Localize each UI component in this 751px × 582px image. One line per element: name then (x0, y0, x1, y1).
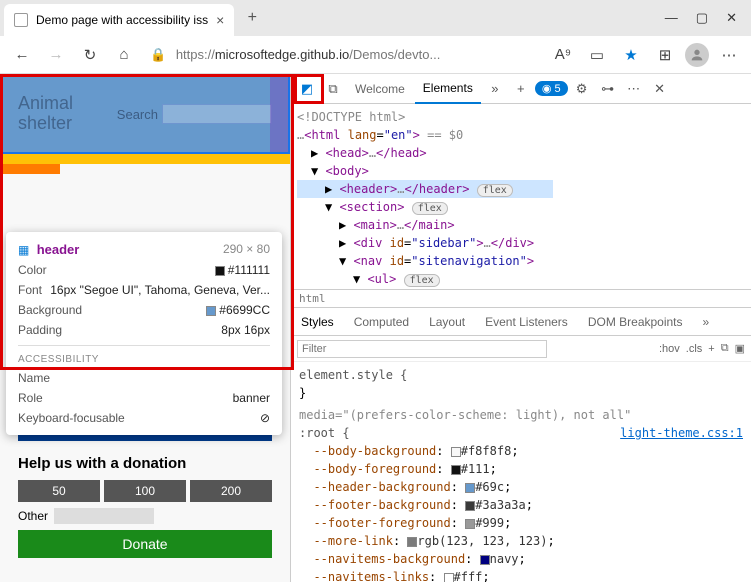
donate-200[interactable]: 200 (190, 480, 272, 502)
other-amount-input[interactable] (54, 508, 154, 524)
extensions-icon[interactable]: ⊞ (651, 41, 679, 69)
close-tab-icon[interactable]: × (216, 12, 224, 28)
orange-bar (0, 164, 60, 174)
donate-50[interactable]: 50 (18, 480, 100, 502)
more-tabs-icon[interactable]: » (483, 77, 507, 101)
styles-filter-row: :hov .cls + ⧉ ▣ (291, 336, 751, 362)
yellow-bar (0, 154, 290, 164)
page-viewport: Animal shelter Search Horses Alpacas Hel… (0, 74, 290, 582)
donate-100[interactable]: 100 (104, 480, 186, 502)
donate-heading: Help us with a donation (18, 455, 272, 472)
search-input[interactable] (162, 104, 272, 124)
element-tooltip: ▦ header 290 × 80 Color#111111Font16px "… (6, 232, 282, 435)
css-source-link[interactable]: light-theme.css:1 (620, 424, 743, 442)
layout-icon: ▦ (18, 243, 29, 257)
tab-favicon (14, 13, 28, 27)
stab-event[interactable]: Event Listeners (475, 308, 578, 336)
add-tab-icon[interactable]: + (509, 77, 533, 101)
profile-avatar[interactable] (685, 43, 709, 67)
devtools-panel: ◩ ⧉ Welcome Elements » + ◉ 5 ⚙ ⊶ ⋯ ✕ <!D… (290, 74, 751, 582)
home-icon[interactable]: ⌂ (110, 41, 138, 69)
computed-panel-icon[interactable]: ▣ (735, 342, 745, 355)
read-aloud-icon[interactable]: A⁹ (549, 41, 577, 69)
search-label: Search (117, 107, 158, 122)
cls-toggle[interactable]: .cls (686, 343, 703, 355)
forward-icon[interactable]: → (42, 41, 70, 69)
devtools-toolbar: ◩ ⧉ Welcome Elements » + ◉ 5 ⚙ ⊶ ⋯ ✕ (291, 74, 751, 104)
inspect-element-icon[interactable]: ◩ (295, 77, 319, 101)
styles-body[interactable]: element.style { } media="(prefers-color-… (291, 362, 751, 582)
maximize-icon[interactable]: ▢ (696, 10, 708, 26)
search-form: Search (117, 104, 272, 124)
donate-other-row: Other (18, 508, 272, 524)
device-emulation-icon[interactable]: ⧉ (321, 77, 345, 101)
new-rule-icon[interactable]: + (708, 343, 714, 355)
address-bar[interactable]: 🔒 https://microsoftedge.github.io/Demos/… (144, 47, 543, 63)
customize-icon[interactable]: ⊶ (596, 77, 620, 101)
site-logo: Animal shelter (18, 94, 73, 134)
refresh-icon[interactable]: ↻ (76, 41, 104, 69)
browser-toolbar: ← → ↻ ⌂ 🔒 https://microsoftedge.github.i… (0, 36, 751, 74)
collections-icon[interactable]: ▭ (583, 41, 611, 69)
tab-welcome[interactable]: Welcome (347, 74, 413, 104)
favorite-star-icon[interactable]: ★ (617, 41, 645, 69)
stab-dom-bp[interactable]: DOM Breakpoints (578, 308, 693, 336)
browser-tab[interactable]: Demo page with accessibility iss × (4, 4, 234, 36)
minimize-icon[interactable]: — (665, 10, 678, 26)
tab-elements[interactable]: Elements (415, 74, 481, 104)
stab-styles[interactable]: Styles (291, 308, 344, 336)
tooltip-tag: header (37, 242, 80, 257)
styles-tab-bar: Styles Computed Layout Event Listeners D… (291, 308, 751, 336)
settings-gear-icon[interactable]: ⚙ (570, 77, 594, 101)
stab-computed[interactable]: Computed (344, 308, 419, 336)
dom-tree[interactable]: <!DOCTYPE html> …<html lang="en"> == $0 … (291, 104, 751, 289)
donate-button[interactable]: Donate (18, 530, 272, 558)
other-label: Other (18, 509, 48, 523)
stab-more-icon[interactable]: » (693, 308, 720, 336)
close-devtools-icon[interactable]: ✕ (648, 77, 672, 101)
copy-icon[interactable]: ⧉ (721, 342, 729, 355)
new-tab-button[interactable]: + (238, 4, 266, 32)
issues-badge[interactable]: ◉ 5 (535, 81, 568, 96)
breadcrumb[interactable]: html (291, 289, 751, 308)
donate-amounts: 50 100 200 (18, 480, 272, 502)
inspected-header[interactable]: Animal shelter Search (0, 74, 290, 154)
hov-toggle[interactable]: :hov (659, 343, 680, 355)
window-controls: — ▢ ✕ (665, 10, 747, 26)
stab-layout[interactable]: Layout (419, 308, 475, 336)
tab-title: Demo page with accessibility iss (36, 13, 208, 27)
close-window-icon[interactable]: ✕ (726, 10, 737, 26)
tooltip-dims: 290 × 80 (223, 242, 270, 256)
more-options-icon[interactable]: ⋯ (622, 77, 646, 101)
window-titlebar: Demo page with accessibility iss × + — ▢… (0, 0, 751, 36)
back-icon[interactable]: ← (8, 41, 36, 69)
styles-filter-input[interactable] (297, 340, 547, 358)
a11y-section-label: ACCESSIBILITY (18, 354, 270, 365)
menu-icon[interactable]: ⋯ (715, 41, 743, 69)
